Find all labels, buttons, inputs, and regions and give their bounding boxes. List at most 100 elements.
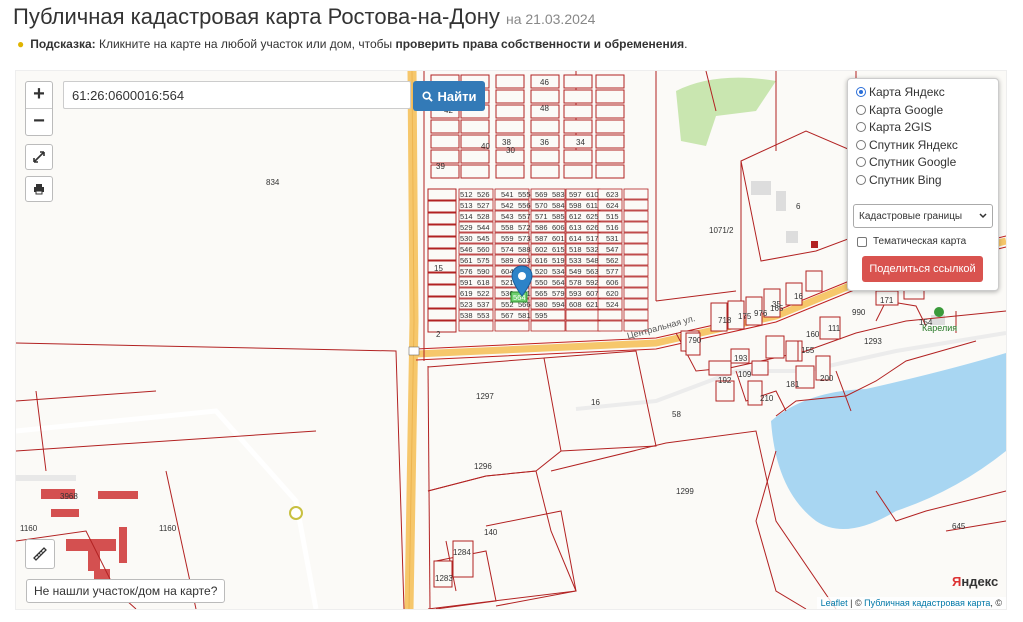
- grid-parcel-label: 578: [569, 278, 582, 287]
- parcel[interactable]: [495, 74, 525, 89]
- zoom-in-button[interactable]: +: [26, 82, 52, 108]
- grid-parcel-label: 569: [535, 190, 548, 199]
- checkbox-box[interactable]: [857, 236, 867, 247]
- parcel[interactable]: [460, 119, 490, 134]
- grid-parcel-label: 590: [477, 267, 490, 276]
- parcel[interactable]: [427, 320, 457, 333]
- overlay-select[interactable]: Кадастровые границы: [853, 204, 993, 228]
- parcel[interactable]: [427, 224, 457, 237]
- parcel[interactable]: [427, 284, 457, 297]
- map-container[interactable]: 512 526 541 555 569 583 597 610 623 513 527 542 556 5…: [15, 70, 1007, 610]
- parcel[interactable]: [563, 149, 593, 164]
- parcel[interactable]: [427, 212, 457, 225]
- radio-button[interactable]: [856, 87, 866, 97]
- parcel[interactable]: [530, 89, 560, 104]
- grid-parcel-label: 544: [477, 223, 490, 232]
- layer-option[interactable]: Спутник Bing: [856, 173, 942, 187]
- thematic-map-checkbox[interactable]: Тематическая карта: [857, 236, 966, 247]
- parcel[interactable]: [427, 248, 457, 261]
- radio-button[interactable]: [856, 139, 866, 150]
- poi-icon[interactable]: [934, 307, 944, 317]
- attribution-end: , ©: [990, 598, 1002, 608]
- parcel[interactable]: [458, 320, 494, 332]
- radio-button[interactable]: [856, 174, 866, 185]
- parcel[interactable]: [623, 199, 649, 211]
- parcel[interactable]: [595, 74, 625, 89]
- parcel[interactable]: [563, 119, 593, 134]
- parcel[interactable]: [530, 149, 560, 164]
- parcel[interactable]: [427, 236, 457, 249]
- cadastral-search-input[interactable]: [63, 81, 411, 109]
- parcel[interactable]: [623, 276, 649, 288]
- radio-button[interactable]: [856, 104, 866, 115]
- fullscreen-button[interactable]: [25, 144, 53, 170]
- layer-option[interactable]: Карта Яндекс: [856, 85, 945, 99]
- parcel[interactable]: [530, 164, 560, 179]
- leaflet-link[interactable]: Leaflet: [821, 598, 848, 608]
- parcel[interactable]: [595, 89, 625, 104]
- parcel[interactable]: [623, 232, 649, 244]
- parcel[interactable]: [427, 188, 457, 201]
- parcel[interactable]: [595, 149, 625, 164]
- parcel[interactable]: [623, 188, 649, 200]
- parcel-number-label: 58: [672, 410, 681, 419]
- parcel[interactable]: [430, 134, 460, 149]
- parcel[interactable]: [623, 243, 649, 255]
- parcel[interactable]: [565, 309, 601, 321]
- parcel[interactable]: [460, 164, 490, 179]
- map-marker-icon[interactable]: [511, 265, 533, 297]
- parcel[interactable]: [427, 200, 457, 213]
- parcel[interactable]: [623, 221, 649, 233]
- parcel[interactable]: [565, 320, 601, 332]
- parcel[interactable]: [563, 74, 593, 89]
- parcel[interactable]: [427, 308, 457, 321]
- radio-button[interactable]: [856, 122, 866, 132]
- parcel[interactable]: [597, 320, 623, 332]
- parcel[interactable]: [623, 298, 649, 310]
- parcel[interactable]: [623, 254, 649, 266]
- not-found-button[interactable]: Не нашли участок/дом на карте?: [26, 579, 226, 603]
- parcel[interactable]: [563, 104, 593, 119]
- layer-option-label: Карта Яндекс: [869, 85, 945, 99]
- parcel[interactable]: [530, 119, 560, 134]
- radio-button[interactable]: [856, 157, 866, 167]
- layer-option[interactable]: Спутник Google: [856, 155, 956, 169]
- parcel[interactable]: [563, 89, 593, 104]
- grid-parcel-label: 517: [586, 234, 599, 243]
- measure-button[interactable]: [25, 539, 55, 569]
- parcel[interactable]: [623, 287, 649, 299]
- parcel[interactable]: [595, 164, 625, 179]
- parcel[interactable]: [623, 265, 649, 277]
- cadastral-map-link[interactable]: Публичная кадастровая карта: [864, 598, 990, 608]
- parcel[interactable]: [597, 309, 623, 321]
- grid-parcel-label: 560: [477, 245, 490, 254]
- parcel[interactable]: [563, 164, 593, 179]
- parcel[interactable]: [495, 119, 525, 134]
- parcel[interactable]: [623, 210, 649, 222]
- parcel[interactable]: [494, 320, 530, 332]
- parcel[interactable]: [427, 272, 457, 285]
- parcel[interactable]: [495, 104, 525, 119]
- layer-option[interactable]: Карта Google: [856, 103, 943, 117]
- parcel[interactable]: [623, 309, 649, 321]
- find-button[interactable]: Найти: [413, 81, 485, 111]
- grid-parcel-label: 565: [535, 289, 548, 298]
- hint-bold-text: проверить права собственности и обремене…: [395, 37, 685, 51]
- layer-option[interactable]: Карта 2GIS: [856, 120, 932, 134]
- parcel[interactable]: [460, 149, 490, 164]
- grid-parcel-label: 621: [586, 300, 599, 309]
- title-date: на 21.03.2024: [505, 11, 596, 27]
- parcel[interactable]: [530, 320, 566, 332]
- parcel[interactable]: [595, 134, 625, 149]
- layer-option[interactable]: Спутник Яндекс: [856, 138, 958, 152]
- grid-parcel-label: 591: [460, 278, 473, 287]
- share-link-button[interactable]: Поделиться ссылкой: [862, 256, 983, 282]
- parcel[interactable]: [595, 119, 625, 134]
- parcel[interactable]: [595, 104, 625, 119]
- parcel[interactable]: [427, 296, 457, 309]
- parcel[interactable]: [430, 119, 460, 134]
- parcel[interactable]: [495, 164, 525, 179]
- parcel[interactable]: [495, 89, 525, 104]
- print-button[interactable]: [25, 176, 53, 202]
- zoom-out-button[interactable]: −: [26, 108, 52, 135]
